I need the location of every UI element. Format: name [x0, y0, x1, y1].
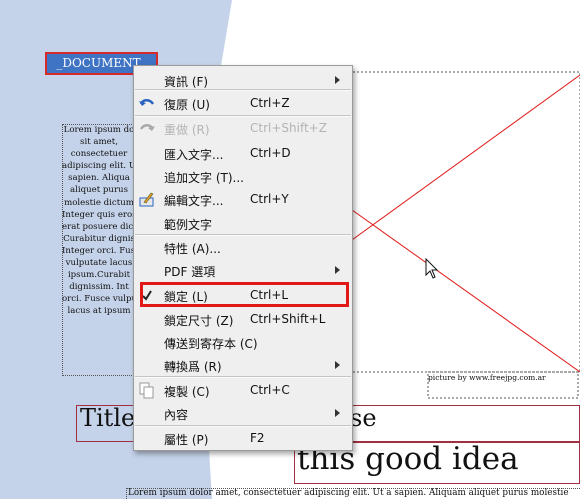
menu-item-label: 重做 (R)	[164, 123, 210, 137]
menu-item-6[interactable]: 範例文字	[134, 212, 352, 235]
lorem-line: ipsum.Curabit	[67, 270, 131, 281]
menu-item-label: 追加文字 (T)...	[164, 171, 244, 185]
menu-item-label: 轉換爲 (R)	[164, 360, 222, 374]
submenu-arrow-icon	[335, 76, 340, 84]
redo-arrow-icon	[138, 120, 156, 137]
menu-item-shortcut: Ctrl+Shift+Z	[250, 121, 327, 135]
menu-item-label: 復原 (U)	[164, 98, 210, 112]
image-placeholder-diagonal	[344, 204, 580, 373]
menu-item-shortcut: F2	[250, 431, 265, 445]
undo-arrow-icon	[138, 95, 156, 112]
menu-item-shortcut: Ctrl+Shift+L	[250, 312, 326, 326]
title-text: Title	[80, 404, 136, 432]
menu-item-label: 範例文字	[164, 218, 213, 232]
title-text-tail: se	[350, 404, 377, 432]
bottom-lorem-text: Lorem ipsum dolor amet, consectetuer adi…	[128, 488, 569, 498]
image-caption: picture by www.freejpg.com.ar	[428, 373, 546, 382]
menu-item-label: 資訊 (F)	[164, 75, 209, 89]
menu-item-shortcut: Ctrl+Y	[250, 192, 289, 206]
menu-item-label: 匯入文字...	[164, 148, 224, 162]
menu-item-label: 屬性 (P)	[164, 433, 209, 447]
submenu-arrow-icon	[335, 266, 340, 274]
image-placeholder-diagonal	[344, 74, 580, 246]
lorem-line: Curabitur dignis	[63, 233, 135, 244]
submenu-arrow-icon	[335, 361, 340, 369]
menu-separator	[135, 115, 351, 117]
menu-separator	[135, 425, 351, 427]
menu-item-shortcut: Ctrl+Z	[250, 96, 290, 110]
menu-item-shortcut: Ctrl+D	[250, 146, 291, 160]
menu-item-15[interactable]: 屬性 (P) F2	[134, 427, 352, 450]
lorem-line: sit amet,	[80, 137, 118, 148]
mouse-pointer-icon	[425, 258, 439, 279]
submenu-arrow-icon	[335, 409, 340, 417]
lorem-line: lacus at ipsum	[67, 306, 131, 317]
menu-item-label: 特性 (A)...	[164, 242, 221, 256]
menu-item-8[interactable]: PDF 選項	[134, 259, 352, 282]
lorem-line: vulputate lacus	[65, 258, 133, 269]
menu-item-label: 複製 (C)	[164, 385, 210, 399]
menu-item-12[interactable]: 轉換爲 (R)	[134, 354, 352, 377]
lorem-line: orci. Fusce vulpu	[62, 294, 136, 305]
lorem-line: Lorem ipsum do	[63, 125, 135, 135]
menu-item-13[interactable]: 複製 (C) Ctrl+C	[134, 379, 352, 402]
menu-item-3[interactable]: 匯入文字... Ctrl+D	[134, 142, 352, 165]
menu-item-7[interactable]: 特性 (A)...	[134, 236, 352, 259]
lorem-line: Integer quis eros	[62, 209, 136, 220]
menu-item-label: 內容	[164, 408, 189, 422]
menu-item-0[interactable]: 資訊 (F)	[134, 69, 352, 92]
lorem-line: sapien. Aliqua	[68, 173, 130, 184]
menu-item-1[interactable]: 復原 (U) Ctrl+Z	[134, 92, 352, 115]
lorem-line: molestie dictum	[64, 197, 134, 208]
menu-item-label: 鎖定尺寸 (Z)	[164, 314, 234, 328]
lorem-line: erat posuere dict	[62, 221, 136, 232]
menu-item-11[interactable]: 傳送到寄存本 (C)	[134, 331, 352, 354]
edit-text-icon	[138, 191, 156, 208]
menu-item-4[interactable]: 追加文字 (T)...	[134, 165, 352, 188]
lorem-line: consectetuer	[70, 149, 128, 160]
lorem-line: dignissim. Int	[69, 282, 129, 293]
menu-item-label: 傳送到寄存本 (C)	[164, 337, 258, 351]
image-frame[interactable]	[344, 71, 580, 373]
lorem-line: Integer orci. Fusc	[62, 245, 136, 256]
lock-item-highlight	[140, 282, 349, 307]
lorem-line: adipiscing elit. U	[62, 161, 136, 172]
lorem-line: aliquet purus	[69, 185, 129, 196]
lorem-text-column: Lorem ipsum do sit amet, consectetuer adipi…	[62, 124, 136, 318]
menu-item-10[interactable]: 鎖定尺寸 (Z) Ctrl+Shift+L	[134, 308, 352, 331]
context-menu[interactable]: 資訊 (F) 復原 (U) Ctrl+Z 重做 (R) Ctrl+Shift+Z 匯入文字…	[133, 65, 353, 451]
menu-item-shortcut: Ctrl+C	[250, 383, 290, 397]
menu-item-2: 重做 (R) Ctrl+Shift+Z	[134, 117, 352, 140]
copy-icon	[138, 382, 156, 399]
menu-item-14[interactable]: 內容	[134, 402, 352, 425]
menu-item-label: 編輯文字...	[164, 194, 224, 208]
menu-item-label: PDF 選項	[164, 265, 216, 279]
menu-item-5[interactable]: 編輯文字... Ctrl+Y	[134, 188, 352, 211]
